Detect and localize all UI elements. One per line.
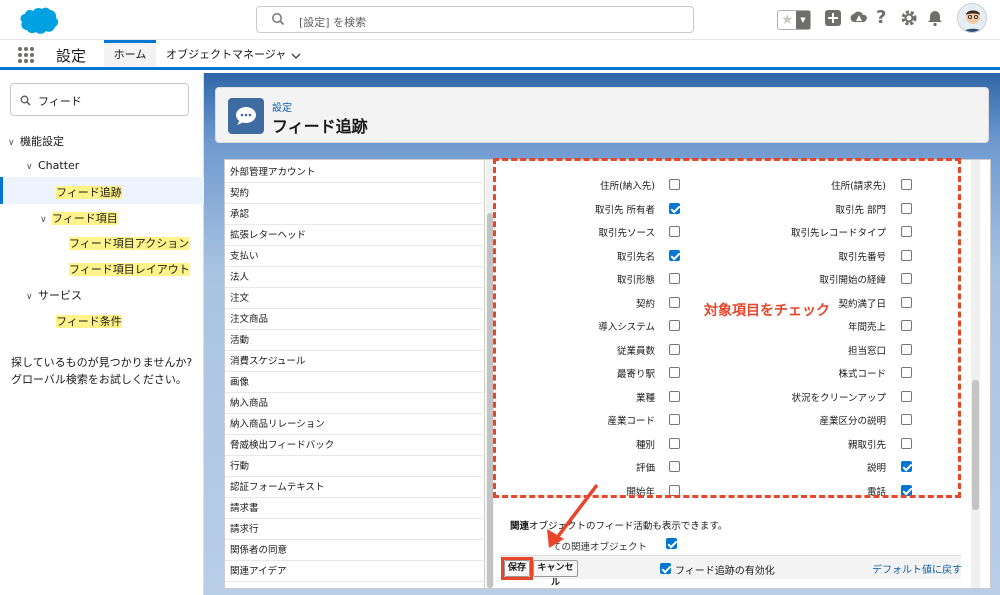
tree-item-feed-tracking[interactable]: フィード追跡 — [56, 184, 122, 200]
help-text: 探しているものが見つかりませんか? グローバル検索をお試しください。 — [11, 354, 192, 388]
bell-icon[interactable] — [926, 9, 944, 30]
app-launcher-icon[interactable] — [17, 46, 35, 67]
salesforce-cloud-logo[interactable] — [13, 6, 61, 39]
chevron-down-icon[interactable] — [291, 50, 301, 63]
tree-item-chatter[interactable]: ∨ Chatter — [26, 159, 79, 172]
gear-icon[interactable] — [900, 9, 918, 30]
tree-item-label: フィード条件 — [56, 315, 122, 328]
search-placeholder: [設定] を検索 — [299, 16, 367, 29]
chevron-down-icon: ∨ — [26, 162, 33, 172]
help-text-line: グローバル検索をお試しください。 — [11, 373, 187, 386]
help-icon[interactable]: ? — [876, 7, 886, 28]
tree-item-feed-item[interactable]: ∨ フィード項目 — [40, 210, 118, 226]
avatar[interactable] — [957, 3, 987, 33]
tab-home[interactable]: ホーム — [104, 40, 156, 67]
chevron-down-icon: ∨ — [26, 292, 33, 302]
tree-item-label: Chatter — [38, 159, 80, 172]
favorites-button[interactable]: ★ ▼ — [777, 10, 811, 30]
tree-item-label: サービス — [38, 289, 82, 302]
global-header: [設定] を検索 ★ ▼ ? — [0, 0, 1000, 40]
quick-find-input[interactable]: フィード — [10, 83, 189, 116]
tree-item-service[interactable]: ∨ サービス — [26, 287, 82, 303]
app-navigation-bar: 設定 ホーム オブジェクトマネージャ — [0, 40, 1000, 70]
chevron-down-icon: ∨ — [40, 215, 47, 225]
tree-item-label: フィード項目 — [52, 212, 118, 225]
tree-item-feed-filters[interactable]: フィード条件 — [56, 313, 122, 329]
add-icon[interactable] — [824, 9, 842, 30]
chevron-down-icon[interactable]: ▼ — [796, 11, 810, 29]
quick-find-value: フィード — [38, 95, 82, 108]
tree-item-feed-item-actions[interactable]: フィード項目アクション — [69, 235, 190, 251]
tree-item-label: フィード項目レイアウト — [69, 263, 190, 276]
tab-object-manager[interactable]: オブジェクトマネージャ — [166, 46, 286, 62]
search-icon — [271, 12, 285, 29]
main-content: 設定 フィード追跡 外部管理アカウント 契約 承認 拡張レターヘッド 支払い 法人 注文 注文… — [204, 73, 1000, 595]
tree-item-feature-settings[interactable]: ∨ 機能設定 — [8, 133, 64, 149]
global-search-input[interactable]: [設定] を検索 — [256, 6, 694, 33]
setup-sidebar: フィード ∨ 機能設定 ∨ Chatter フィード追跡 ∨ フィード項目 フィード項… — [0, 73, 204, 595]
chevron-down-icon: ∨ — [8, 138, 15, 148]
tree-item-label: フィード追跡 — [56, 186, 122, 199]
trailhead-icon[interactable] — [849, 9, 869, 30]
help-text-line: 探しているものが見つかりませんか? — [11, 356, 193, 369]
tree-item-label: 機能設定 — [20, 135, 64, 148]
search-icon — [20, 95, 31, 109]
app-name: 設定 — [56, 47, 87, 65]
tree-item-label: フィード項目アクション — [69, 237, 190, 250]
favorites-star-icon: ★ — [781, 12, 794, 28]
annotation-arrow — [547, 483, 599, 548]
tree-item-feed-item-layouts[interactable]: フィード項目レイアウト — [69, 261, 190, 277]
